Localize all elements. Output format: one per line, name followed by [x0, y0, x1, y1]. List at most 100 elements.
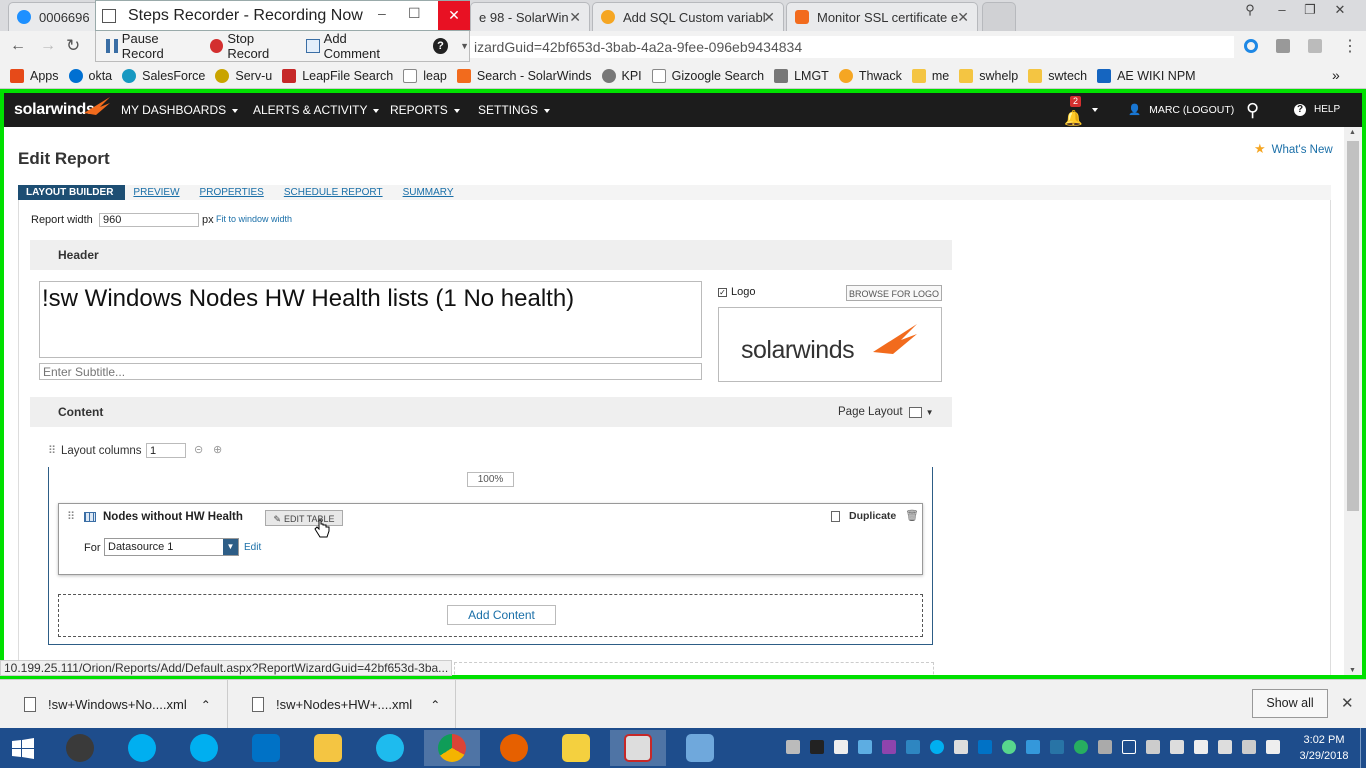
tray-icon[interactable]: [1002, 740, 1016, 754]
close-tab-icon[interactable]: ✕: [569, 9, 581, 26]
minimize-icon[interactable]: –: [1268, 0, 1296, 20]
clock[interactable]: 3:02 PM 3/29/2018: [1296, 732, 1352, 764]
report-title-input[interactable]: !sw Windows Nodes HW Health lists (1 No …: [39, 281, 702, 358]
bookmark-search-solarwinds[interactable]: Search - SolarWinds: [456, 68, 592, 83]
bookmark-servu[interactable]: Serv-u: [215, 68, 272, 83]
chevron-down-icon[interactable]: ▼: [460, 41, 469, 51]
bookmark-leapfile-search[interactable]: LeapFile Search: [282, 68, 393, 83]
taskbar-internet-explorer[interactable]: [362, 730, 418, 766]
taskbar-skype[interactable]: [176, 730, 232, 766]
logo-checkbox[interactable]: ✓: [718, 287, 727, 297]
taskbar-notes[interactable]: [548, 730, 604, 766]
step-preview[interactable]: PREVIEW: [125, 185, 191, 200]
notifications-button[interactable]: 🔔 2: [1062, 93, 1102, 127]
browser-tab[interactable]: Add SQL Custom variabl ✕: [592, 2, 784, 31]
more-bookmarks-icon[interactable]: »: [1332, 67, 1340, 83]
add-content-button[interactable]: Add Content: [447, 605, 556, 625]
chevron-up-icon[interactable]: ⌃: [430, 698, 440, 712]
tray-icon[interactable]: [786, 740, 800, 754]
close-icon[interactable]: ✕: [438, 1, 470, 30]
menu-alerts-activity[interactable]: ALERTS & ACTIVITY: [253, 93, 380, 127]
forward-icon[interactable]: →: [40, 37, 56, 55]
tray-icon[interactable]: [834, 740, 848, 754]
bookmark-folder-swtech[interactable]: swtech: [1028, 68, 1087, 83]
close-tab-icon[interactable]: ✕: [957, 9, 969, 26]
bookmark-apps[interactable]: Apps: [10, 68, 59, 83]
tray-icon[interactable]: [1170, 740, 1184, 754]
windows-start-icon[interactable]: [12, 738, 34, 760]
tray-icon[interactable]: [930, 740, 944, 754]
browse-for-logo-button[interactable]: BROWSE FOR LOGO: [846, 285, 942, 301]
drag-handle-icon[interactable]: ⠿: [48, 444, 56, 457]
drag-handle-icon[interactable]: ⠿: [67, 510, 75, 523]
whats-new-link[interactable]: ★ What's New: [1254, 141, 1333, 157]
maximize-icon[interactable]: ☐: [408, 5, 421, 22]
scroll-down-icon[interactable]: ▼: [1349, 667, 1356, 674]
search-icon[interactable]: ⚲: [1246, 93, 1259, 127]
tray-icon[interactable]: [810, 740, 824, 754]
bookmark-thwack[interactable]: Thwack: [838, 68, 902, 83]
help-link[interactable]: ? HELP: [1294, 93, 1340, 127]
taskbar-remote-desktop[interactable]: [672, 730, 728, 766]
tray-icon[interactable]: [1146, 740, 1160, 754]
stop-record-button[interactable]: Stop Record: [209, 31, 296, 61]
taskbar-skype-business[interactable]: [114, 730, 170, 766]
taskbar-steps-recorder[interactable]: [610, 730, 666, 766]
browser-tab[interactable]: e 98 - SolarWin ✕: [470, 2, 590, 31]
scroll-up-icon[interactable]: ▲: [1349, 129, 1356, 136]
tray-icon[interactable]: [1026, 740, 1040, 754]
bookmark-folder-swhelp[interactable]: swhelp: [959, 68, 1018, 83]
extension-icon[interactable]: [1276, 39, 1290, 53]
close-window-icon[interactable]: ✕: [1326, 0, 1354, 20]
browser-tab[interactable]: 0006696: [8, 2, 100, 31]
show-all-button[interactable]: Show all: [1252, 689, 1328, 718]
bookmark-folder-me[interactable]: me: [911, 68, 949, 83]
browser-tab[interactable]: Monitor SSL certificate e ✕: [786, 2, 978, 31]
tray-icon[interactable]: [906, 740, 920, 754]
bookmark-ae-wiki-npm[interactable]: AE WIKI NPM: [1097, 68, 1196, 83]
step-summary[interactable]: SUMMARY: [395, 185, 466, 200]
reload-icon[interactable]: ↻: [66, 36, 80, 56]
step-properties[interactable]: PROPERTIES: [192, 185, 276, 200]
flag-icon[interactable]: [1194, 740, 1208, 754]
bookmark-leap[interactable]: leap: [403, 68, 447, 83]
extension-icon[interactable]: [1244, 39, 1258, 53]
datasource-select[interactable]: Datasource 1 ▼: [104, 538, 239, 556]
volume-icon[interactable]: [1266, 740, 1280, 754]
restore-icon[interactable]: ❐: [1296, 0, 1324, 20]
profile-icon[interactable]: ⚲: [1236, 0, 1264, 20]
duplicate-button[interactable]: Duplicate: [831, 510, 896, 522]
tray-icon[interactable]: [858, 740, 872, 754]
new-tab-button[interactable]: [982, 2, 1016, 31]
bookmark-lmgt[interactable]: LMGT: [774, 68, 829, 83]
download-item[interactable]: !sw+Windows+No....xml ⌃: [0, 680, 228, 729]
scrollbar-thumb[interactable]: [1347, 141, 1359, 511]
pause-record-button[interactable]: Pause Record: [106, 31, 200, 61]
taskbar-chrome[interactable]: [424, 730, 480, 766]
close-tab-icon[interactable]: ✕: [763, 9, 775, 26]
close-icon[interactable]: ✕: [1341, 694, 1354, 712]
tray-icon[interactable]: [978, 740, 992, 754]
page-scrollbar[interactable]: ▲ ▼: [1344, 127, 1362, 675]
help-icon[interactable]: ?: [432, 38, 449, 54]
add-comment-button[interactable]: Add Comment: [306, 31, 403, 61]
taskbar-file-explorer[interactable]: [300, 730, 356, 766]
menu-my-dashboards[interactable]: MY DASHBOARDS: [121, 93, 239, 127]
bookmark-okta[interactable]: okta: [68, 68, 112, 83]
report-width-input[interactable]: [99, 213, 199, 227]
solarwinds-logo[interactable]: solarwinds: [14, 93, 110, 127]
address-bar[interactable]: izardGuid=42bf653d-3bab-4a2a-9fee-096eb9…: [470, 36, 1234, 58]
bookmark-gizoogle[interactable]: Gizoogle Search: [651, 68, 764, 83]
network-icon[interactable]: [1242, 740, 1256, 754]
tray-icon[interactable]: [1074, 740, 1088, 754]
taskbar-snipping-tool[interactable]: [52, 730, 108, 766]
user-logout-link[interactable]: 👤 MARC (LOGOUT): [1128, 93, 1234, 127]
tray-icon[interactable]: [1050, 740, 1064, 754]
edit-datasource-link[interactable]: Edit: [244, 542, 261, 553]
extension-icon[interactable]: [1308, 39, 1322, 53]
back-icon[interactable]: ←: [10, 37, 26, 55]
show-desktop-button[interactable]: [1360, 728, 1366, 768]
chevron-up-icon[interactable]: ⌃: [201, 698, 211, 712]
layout-columns-input[interactable]: [146, 443, 186, 458]
fit-to-window-link[interactable]: Fit to window width: [216, 214, 292, 224]
